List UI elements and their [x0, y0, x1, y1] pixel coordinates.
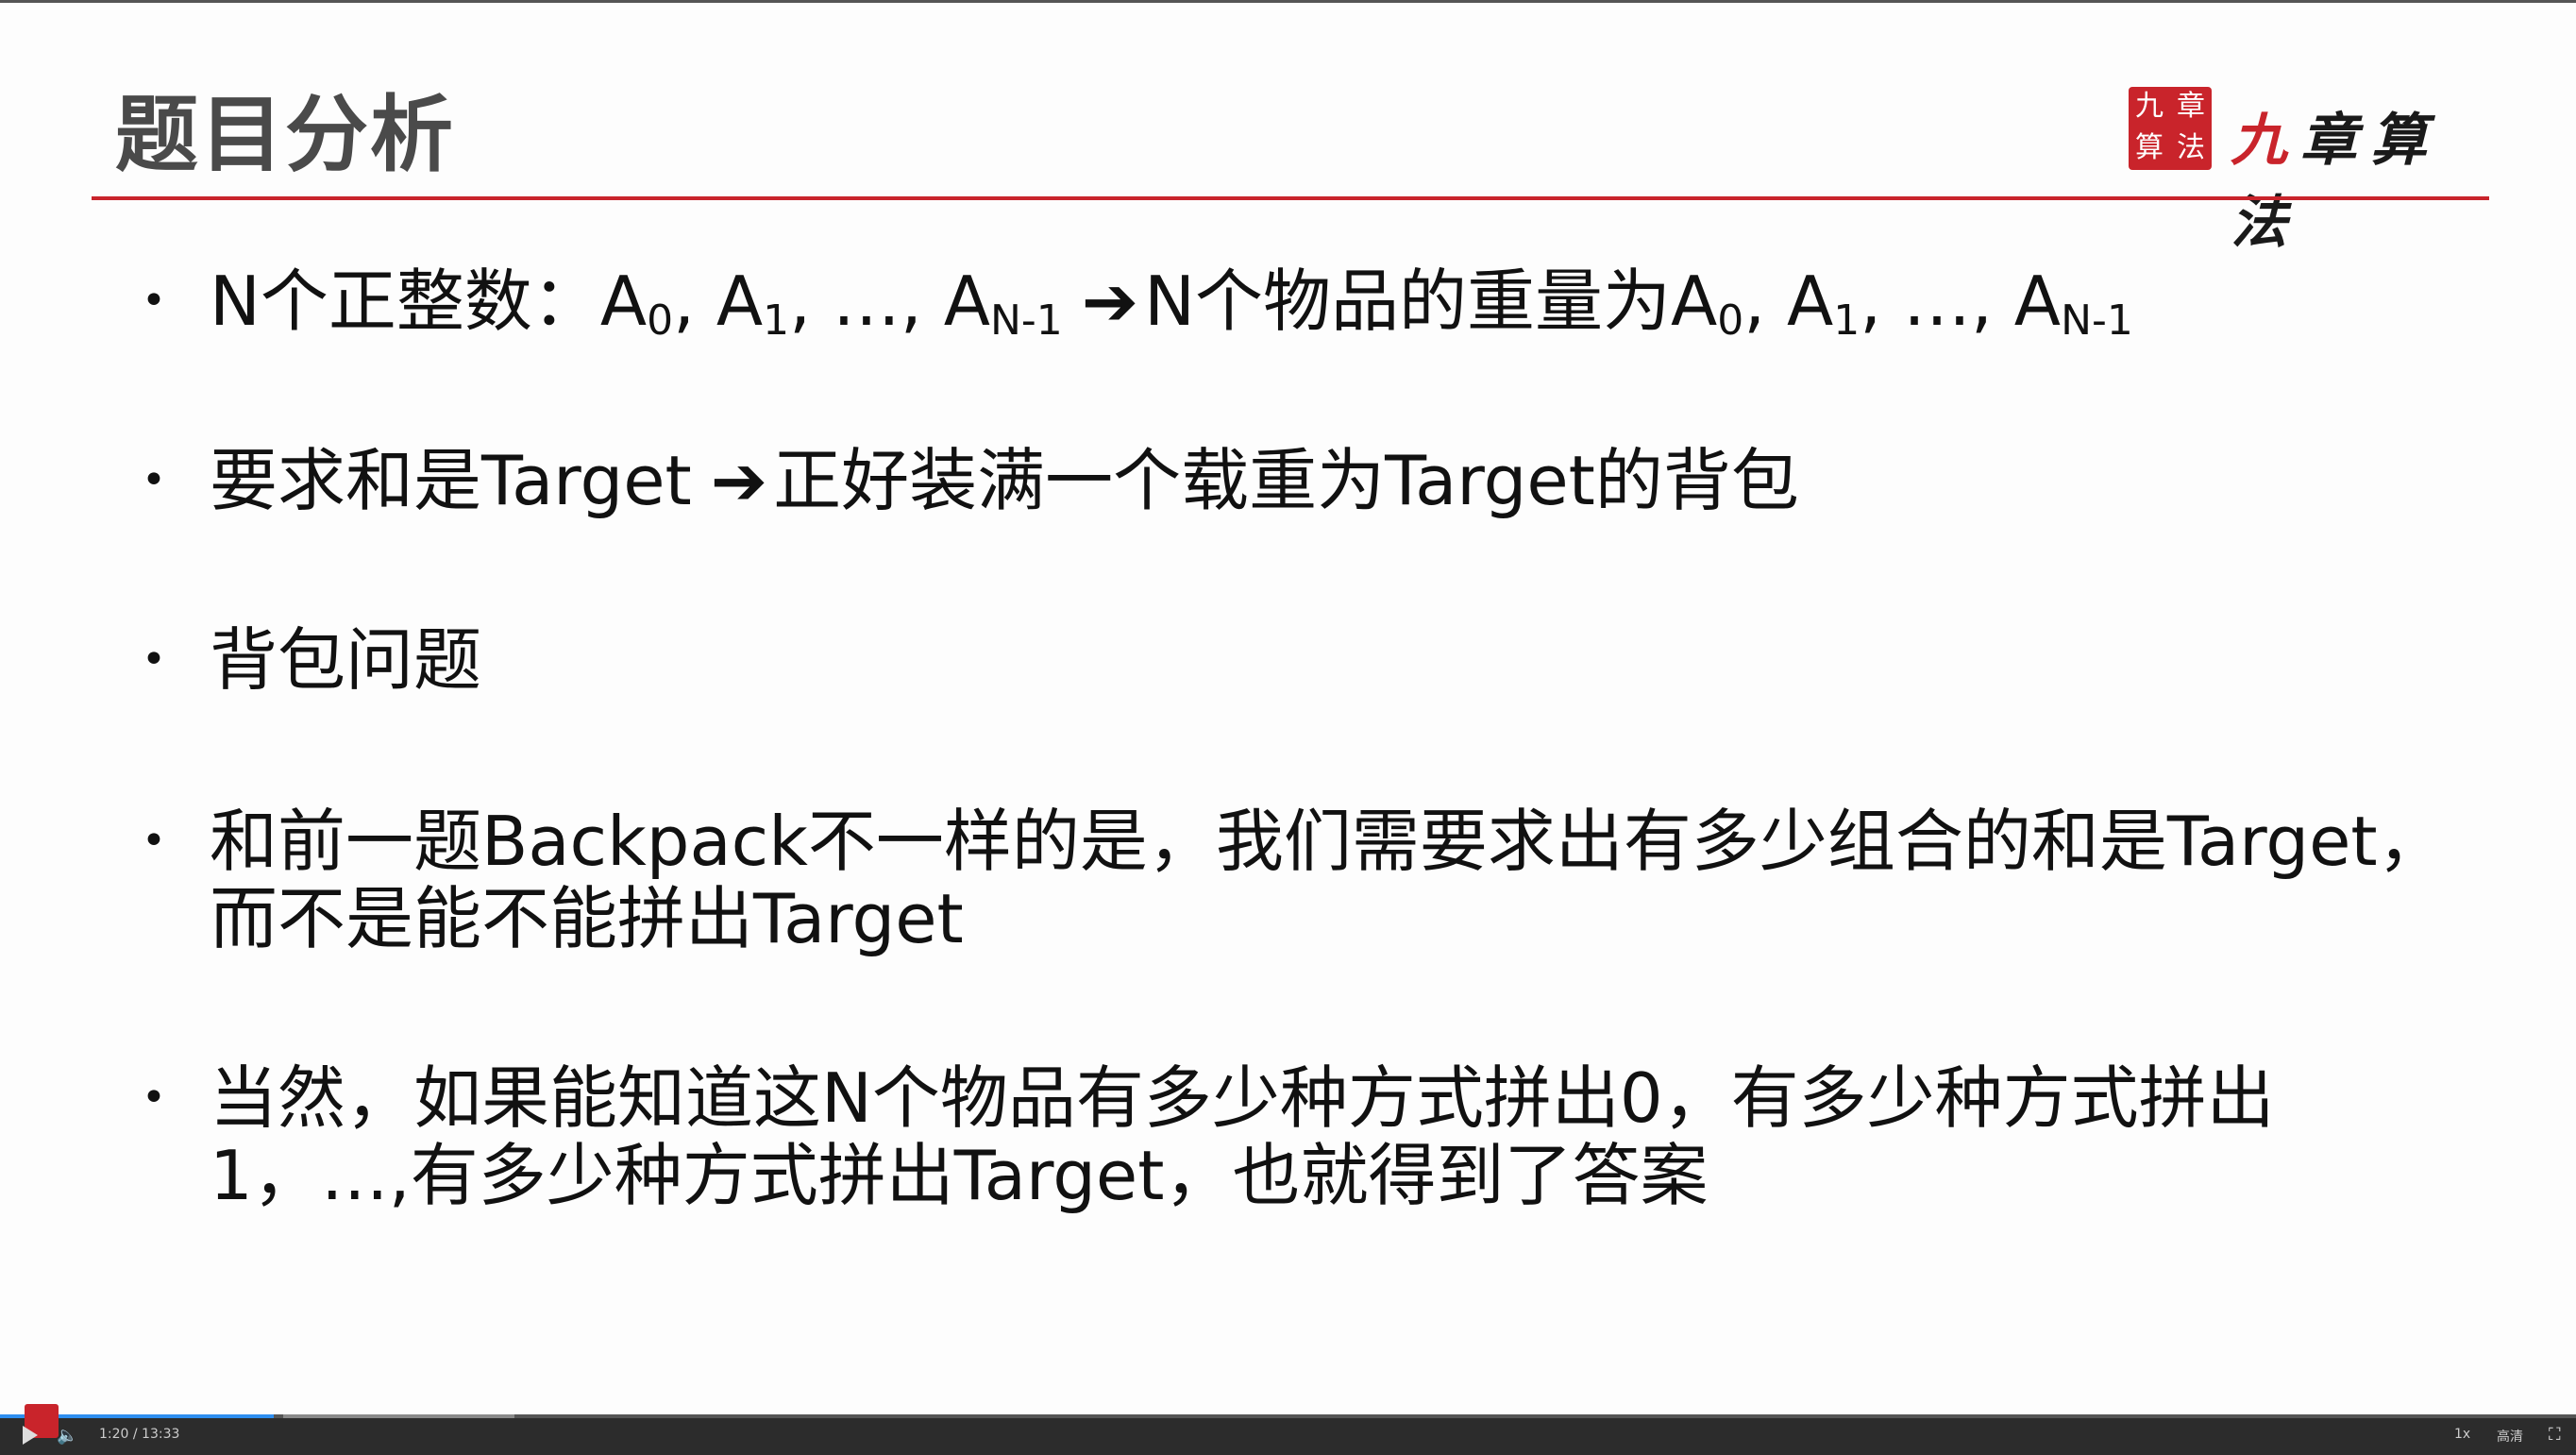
bullet-item: • N个正整数：A0, A1, …, AN-1 ➔N个物品的重量为A0, A1, … — [142, 262, 2133, 360]
top-divider — [0, 0, 2576, 3]
slide: 题目分析 九 章 算 法 九章算法 • N个正整数：A0, A1, …, AN-… — [0, 0, 2576, 1414]
bullet-dot: • — [142, 635, 166, 684]
playback-time: 1:20 / 13:33 — [99, 1427, 180, 1442]
bullet-text: 和前一题Backpack不一样的是，我们需要求出有多少组合的和是Target， … — [210, 802, 2446, 958]
fullscreen-icon[interactable]: ⛶ — [2549, 1425, 2561, 1445]
slide-title: 题目分析 — [115, 86, 456, 183]
bullet-dot: • — [142, 1074, 166, 1122]
quality-button[interactable]: 高清 — [2497, 1427, 2523, 1446]
bullet-dot: • — [142, 277, 166, 325]
volume-icon[interactable]: 🔈 — [57, 1426, 77, 1446]
bullet-dot: • — [142, 817, 166, 865]
bullet-text: 背包问题 — [210, 620, 482, 700]
arrow-icon: ➔ — [1081, 262, 1139, 341]
bullet-text: 要求和是Target ➔正好装满一个载重为Target的背包 — [210, 441, 1799, 520]
title-rule — [92, 196, 2489, 200]
bullet-item: • 和前一题Backpack不一样的是，我们需要求出有多少组合的和是Target… — [142, 803, 2446, 957]
progress-buffer — [283, 1414, 514, 1418]
logo-seal: 九 章 算 法 — [2129, 87, 2212, 170]
bullet-item: • 当然，如果能知道这N个物品有多少种方式拼出0，有多少种方式拼出 1，…,有多… — [142, 1059, 2275, 1214]
play-icon[interactable] — [23, 1426, 38, 1445]
speed-button[interactable]: 1x — [2454, 1427, 2470, 1442]
video-player-bar — [0, 1414, 2576, 1455]
bullet-text: 当然，如果能知道这N个物品有多少种方式拼出0，有多少种方式拼出 1，…,有多少种… — [210, 1058, 2275, 1215]
brand-logo: 九 章 算 法 九章算法 — [2129, 87, 2487, 256]
bullet-dot: • — [142, 456, 166, 504]
bullet-text: N个正整数：A0, A1, …, AN-1 ➔N个物品的重量为A0, A1, …,… — [210, 262, 2133, 345]
arrow-icon: ➔ — [710, 441, 768, 520]
bullet-item: • 背包问题 — [142, 621, 481, 699]
bullet-item: • 要求和是Target ➔正好装满一个载重为Target的背包 — [142, 442, 1799, 519]
logo-text: 九章算法 — [2231, 108, 2440, 256]
